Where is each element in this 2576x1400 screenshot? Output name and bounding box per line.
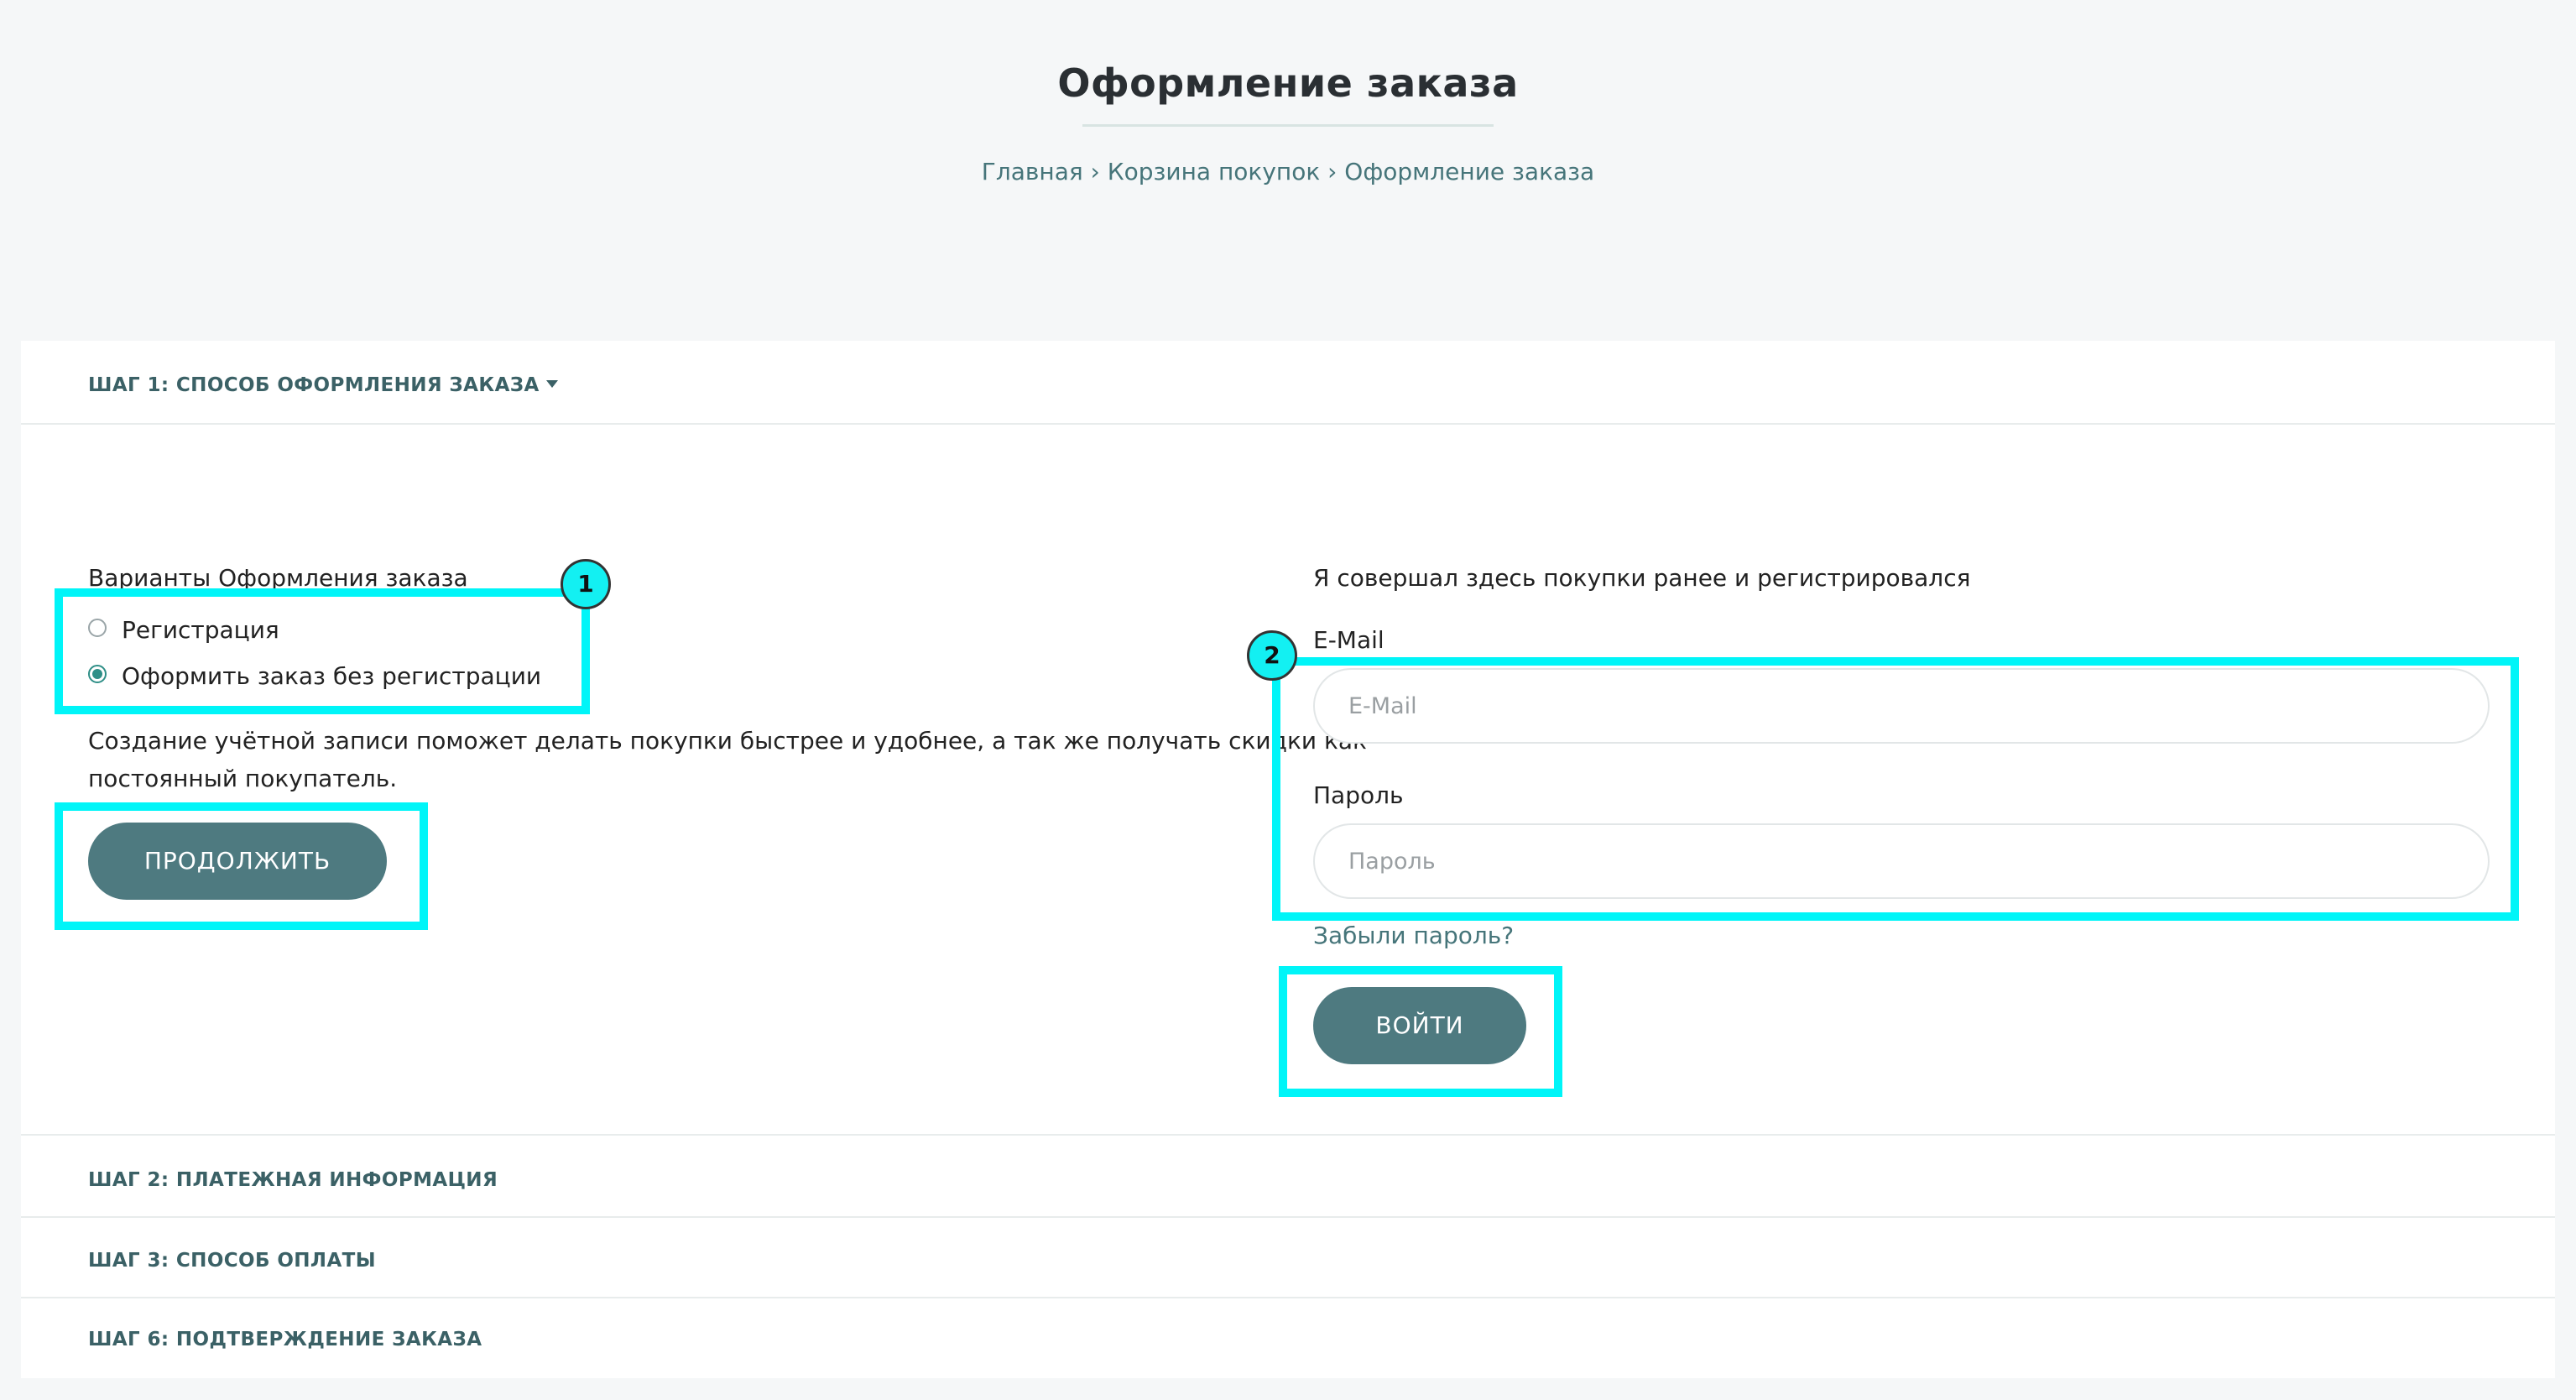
step3-header[interactable]: ШАГ 3: СПОСОБ ОПЛАТЫ (21, 1216, 2555, 1298)
email-input[interactable] (1313, 668, 2490, 744)
login-button[interactable]: ВОЙТИ (1313, 987, 1526, 1064)
radio-registration-label[interactable]: Регистрация (122, 616, 279, 644)
radio-guest-checkout[interactable] (88, 665, 107, 683)
breadcrumb-space (1320, 158, 1327, 185)
annotation-marker-1: 1 (561, 559, 611, 609)
title-underline (1082, 124, 1494, 127)
checkout-description-line2: постоянный покупатель. (88, 765, 398, 792)
step2-header[interactable]: ШАГ 2: ПЛАТЕЖНАЯ ИНФОРМАЦИЯ (21, 1134, 2555, 1218)
step1-label[interactable]: ШАГ 1: СПОСОБ ОФОРМЛЕНИЯ ЗАКАЗА (88, 374, 558, 396)
breadcrumb-separator (1083, 158, 1091, 185)
breadcrumb-separator-glyph: › (1090, 158, 1100, 185)
continue-button[interactable]: ПРОДОЛЖИТЬ (88, 823, 387, 900)
password-label: Пароль (1313, 781, 1404, 809)
breadcrumb: Главная › Корзина покупок › Оформление з… (0, 158, 2576, 185)
email-label: E-Mail (1313, 626, 1384, 654)
annotation-marker-2: 2 (1247, 630, 1297, 681)
login-heading: Я совершал здесь покупки ранее и регистр… (1313, 564, 1971, 592)
caret-down-icon (545, 380, 558, 388)
step6-header[interactable]: ШАГ 6: ПОДТВЕРЖДЕНИЕ ЗАКАЗА (21, 1298, 2555, 1378)
checkout-options-heading: Варианты Оформления заказа (88, 564, 468, 592)
radio-guest-checkout-label[interactable]: Оформить заказ без регистрации (122, 662, 541, 690)
step1-label-text: ШАГ 1: СПОСОБ ОФОРМЛЕНИЯ ЗАКАЗА (88, 374, 540, 396)
forgot-password-link[interactable]: Забыли пароль? (1313, 922, 1514, 949)
breadcrumb-space (1337, 158, 1344, 185)
breadcrumb-checkout-link[interactable]: Оформление заказа (1344, 158, 1594, 185)
step6-label[interactable]: ШАГ 6: ПОДТВЕРЖДЕНИЕ ЗАКАЗА (88, 1329, 482, 1350)
radio-registration[interactable] (88, 619, 107, 637)
checkout-card: ШАГ 1: СПОСОБ ОФОРМЛЕНИЯ ЗАКАЗА Варианты… (21, 341, 2555, 1378)
page-title: Оформление заказа (1057, 60, 1519, 106)
step3-label[interactable]: ШАГ 3: СПОСОБ ОПЛАТЫ (88, 1250, 376, 1272)
breadcrumb-cart-link[interactable]: Корзина покупок (1108, 158, 1321, 185)
breadcrumb-home-link[interactable]: Главная (982, 158, 1083, 185)
checkout-page: Оформление заказа Главная › Корзина поку… (0, 0, 2576, 1400)
checkout-description-line1: Создание учётной записи поможет делать п… (88, 727, 1367, 755)
step2-label[interactable]: ШАГ 2: ПЛАТЕЖНАЯ ИНФОРМАЦИЯ (88, 1169, 498, 1191)
breadcrumb-separator-glyph: › (1327, 158, 1338, 185)
step1-header[interactable]: ШАГ 1: СПОСОБ ОФОРМЛЕНИЯ ЗАКАЗА (21, 341, 2555, 425)
password-input[interactable] (1313, 823, 2490, 899)
breadcrumb-space (1100, 158, 1108, 185)
